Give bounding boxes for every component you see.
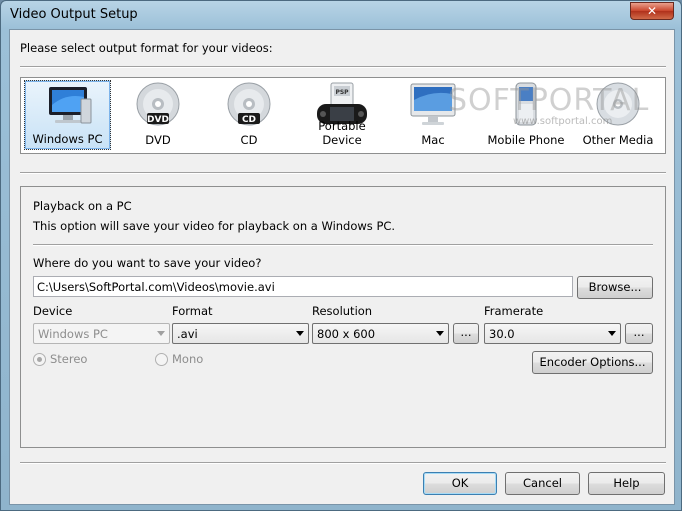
cd-badge: CD (242, 115, 256, 125)
chevron-down-icon (157, 331, 165, 336)
monitor-icon (48, 87, 91, 124)
resolution-dropdown[interactable]: 800 x 600 (312, 323, 449, 344)
save-path-input[interactable]: C:\Users\SoftPortal.com\Videos\movie.avi (33, 276, 573, 297)
mono-label: Mono (172, 352, 204, 366)
divider (33, 244, 653, 246)
framerate-more-button[interactable]: ... (625, 323, 653, 344)
resolution-label: Resolution (312, 304, 373, 318)
dialog-client-area: Please select output format for your vid… (9, 29, 675, 505)
window-title: Video Output Setup (10, 7, 138, 22)
format-value: .avi (177, 327, 198, 341)
settings-panel: Playback on a PC This option will save y… (20, 186, 666, 448)
psp-badge: PSP (335, 89, 349, 96)
dialog-window: Video Output Setup ✕ Please select outpu… (0, 0, 682, 511)
stereo-label: Stereo (50, 352, 88, 366)
chevron-down-icon (608, 331, 616, 336)
format-label: Mobile Phone (487, 133, 565, 147)
format-label: Portable Device (318, 119, 366, 147)
browse-button[interactable]: Browse... (577, 276, 653, 299)
panel-heading: Playback on a PC (33, 199, 132, 213)
format-windows-pc[interactable]: Windows PC (24, 80, 111, 150)
panel-description: This option will save your video for pla… (33, 219, 396, 233)
format-label: Mac (421, 133, 445, 147)
close-icon: ✕ (646, 4, 658, 18)
resolution-more-button[interactable]: ... (453, 323, 479, 344)
cancel-button[interactable]: Cancel (505, 472, 580, 495)
divider (20, 172, 666, 174)
divider (20, 66, 666, 68)
device-label: Device (33, 304, 73, 318)
cd-disc-icon: CD (227, 82, 271, 126)
device-value: Windows PC (38, 327, 108, 341)
format-prompt: Please select output format for your vid… (20, 41, 273, 55)
format-dvd[interactable]: DVD DVD (114, 80, 202, 150)
framerate-value: 30.0 (489, 327, 515, 341)
framerate-dropdown[interactable]: 30.0 (484, 323, 621, 344)
format-selector: Windows PC DVD DVD CD CD PSP Portable De… (20, 77, 666, 154)
watermark: SOFTPORTAL (448, 83, 650, 118)
format-label: CD (240, 133, 258, 147)
format-label-text: Format (172, 304, 213, 318)
encoder-options-button[interactable]: Encoder Options... (532, 351, 653, 374)
chevron-down-icon (436, 331, 444, 336)
dvd-badge: DVD (147, 115, 169, 125)
close-button[interactable]: ✕ (630, 2, 674, 20)
format-label: Windows PC (32, 132, 103, 146)
resolution-value: 800 x 600 (317, 327, 376, 341)
save-question: Where do you want to save your video? (33, 256, 262, 270)
mono-radio (155, 353, 168, 366)
stereo-radio (33, 353, 46, 366)
ok-button[interactable]: OK (423, 472, 497, 495)
help-button[interactable]: Help (588, 472, 665, 495)
device-dropdown: Windows PC (33, 323, 170, 344)
format-label: DVD (145, 133, 171, 147)
format-cd[interactable]: CD CD (205, 80, 293, 150)
format-label: Other Media (582, 133, 654, 147)
format-portable-device[interactable]: PSP Portable Device (297, 80, 387, 150)
watermark-url: www.softportal.com (513, 116, 613, 127)
dvd-disc-icon: DVD (136, 82, 180, 126)
divider (20, 462, 666, 464)
title-bar[interactable]: Video Output Setup ✕ (1, 1, 681, 29)
format-dropdown[interactable]: .avi (172, 323, 309, 344)
framerate-label: Framerate (484, 304, 544, 318)
chevron-down-icon (296, 331, 304, 336)
